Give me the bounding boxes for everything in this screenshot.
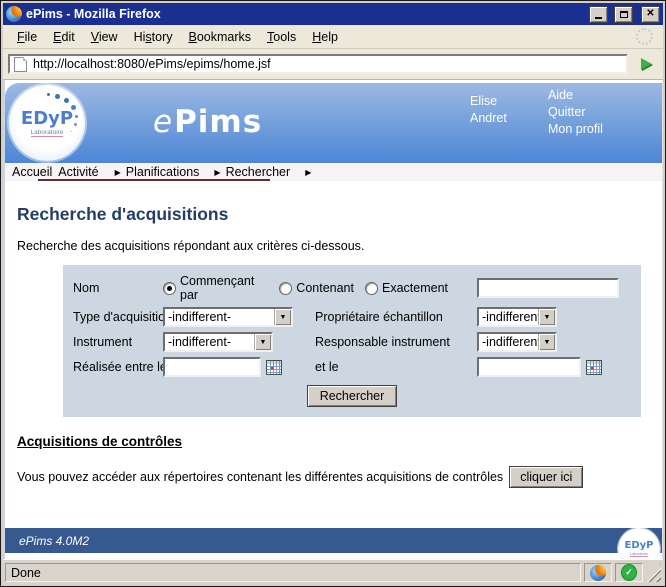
radio-label-contenant[interactable]: Contenant [296,281,354,295]
dropdown-arrow-icon: ▼ [538,334,555,350]
address-bar [3,49,663,80]
nav-underline [38,179,270,181]
search-form: Nom Commençant par Contenant Exactement … [63,265,641,417]
dropdown-arrow-icon: ▼ [538,309,555,325]
go-icon [641,58,652,70]
resize-grip[interactable] [646,563,661,582]
date-to-input[interactable] [477,357,581,377]
rechercher-button[interactable]: Rechercher [307,385,398,407]
nom-input[interactable] [477,278,619,298]
header-banner: EDyP Laboratoire ePims Elise Andret Aide… [5,83,662,163]
nav-arrow-icon: ▶ [305,168,311,177]
edyp-logo: EDyP Laboratoire [9,85,85,161]
dropdown-arrow-icon: ▼ [274,309,291,325]
page-content: EDyP Laboratoire ePims Elise Andret Aide… [3,80,663,559]
nav-item-accueil[interactable]: Accueil [12,165,52,179]
url-input[interactable] [33,57,622,71]
minimize-button[interactable] [589,6,608,23]
radio-label-exactement[interactable]: Exactement [382,281,448,295]
header-links: Aide Quitter Mon profil [548,87,603,138]
radio-commencant-par[interactable] [163,282,176,295]
edyp-logo-subtext: Laboratoire [31,129,64,137]
radio-contenant[interactable] [279,282,292,295]
cliquer-ici-button[interactable]: cliquer ici [509,466,583,488]
url-field[interactable] [8,54,628,74]
edyp-logo-text: EDyP [21,110,73,128]
dropdown-arrow-icon: ▼ [254,334,271,350]
link-quitter[interactable]: Quitter [548,104,603,121]
status-bar: Done ✓ [3,559,663,584]
menu-file[interactable]: File [9,28,45,46]
date-from-input[interactable] [163,357,261,377]
controls-section-text: Vous pouvez accéder aux répertoires cont… [17,470,503,484]
browser-window: ePims - Mozilla Firefox ✕ File Edit View… [0,0,666,587]
instrument-select[interactable]: -indifferent- ▼ [163,332,273,352]
window-title: ePims - Mozilla Firefox [26,7,583,21]
page-icon [14,57,27,72]
instrument-label: Instrument [73,335,163,349]
nom-label: Nom [73,281,163,295]
go-button[interactable] [634,54,658,74]
menu-edit[interactable]: Edit [45,28,83,46]
title-bar: ePims - Mozilla Firefox ✕ [3,3,663,25]
maximize-icon [620,11,628,18]
nav-item-planifications[interactable]: Planifications [126,165,200,179]
calendar-icon[interactable] [266,360,282,375]
menu-history[interactable]: History [126,28,181,46]
nav-item-activite[interactable]: Activité [58,165,98,179]
close-button[interactable]: ✕ [641,6,660,23]
responsable-label: Responsable instrument [315,335,459,349]
type-acquisition-select[interactable]: -indifferent- ▼ [163,307,293,327]
minimize-icon [595,17,602,19]
link-mon-profil[interactable]: Mon profil [548,121,603,138]
date-to-label: et le [315,360,459,374]
page-subtitle: Recherche des acquisitions répondant aux… [17,239,662,253]
throbber-icon [636,28,653,45]
controls-section-title: Acquisitions de contrôles [17,434,662,449]
close-icon: ✕ [646,9,654,19]
edyp-dots-icon [64,98,69,103]
firefox-icon [6,6,22,22]
proprietaire-label: Propriétaire échantillon [315,310,459,324]
proprietaire-select[interactable]: -indifferent- ▼ [477,307,557,327]
radio-label-commencant-par[interactable]: Commençant par [180,274,268,302]
menu-help[interactable]: Help [304,28,346,46]
maximize-button[interactable] [614,6,633,23]
link-aide[interactable]: Aide [548,87,603,104]
app-name: ePims [153,104,262,140]
user-name: Elise Andret [470,93,507,127]
nav-bar: Accueil Activité ▶ Planifications ▶ Rech… [5,163,662,181]
type-acquisition-label: Type d'acquisition [73,310,163,324]
check-icon: ✓ [621,564,637,581]
menu-tools[interactable]: Tools [259,28,304,46]
status-text: Done [5,563,581,582]
footer-bar: ePims 4.0M2 [5,528,662,553]
nav-arrow-icon: ▶ [214,168,220,177]
nom-radio-group: Commençant par Contenant Exactement [163,274,459,302]
menu-bar: File Edit View History Bookmarks Tools H… [3,25,663,49]
responsable-select[interactable]: -indifferent- ▼ [477,332,557,352]
controls-section-row: Vous pouvez accéder aux répertoires cont… [17,466,662,488]
status-security-panel: ✓ [615,563,643,582]
status-firefox-panel [584,563,612,582]
menu-view[interactable]: View [83,28,126,46]
calendar-icon[interactable] [586,360,602,375]
radio-exactement[interactable] [365,282,378,295]
date-from-label: Réalisée entre le [73,360,163,374]
nav-arrow-icon: ▶ [115,168,121,177]
page-title: Recherche d'acquisitions [17,204,662,225]
menu-bookmarks[interactable]: Bookmarks [181,28,260,46]
footer-version: ePims 4.0M2 [19,534,89,548]
firefox-icon [590,565,606,581]
nav-item-rechercher[interactable]: Rechercher [226,165,291,179]
main-content: Recherche d'acquisitions Recherche des a… [5,204,662,488]
